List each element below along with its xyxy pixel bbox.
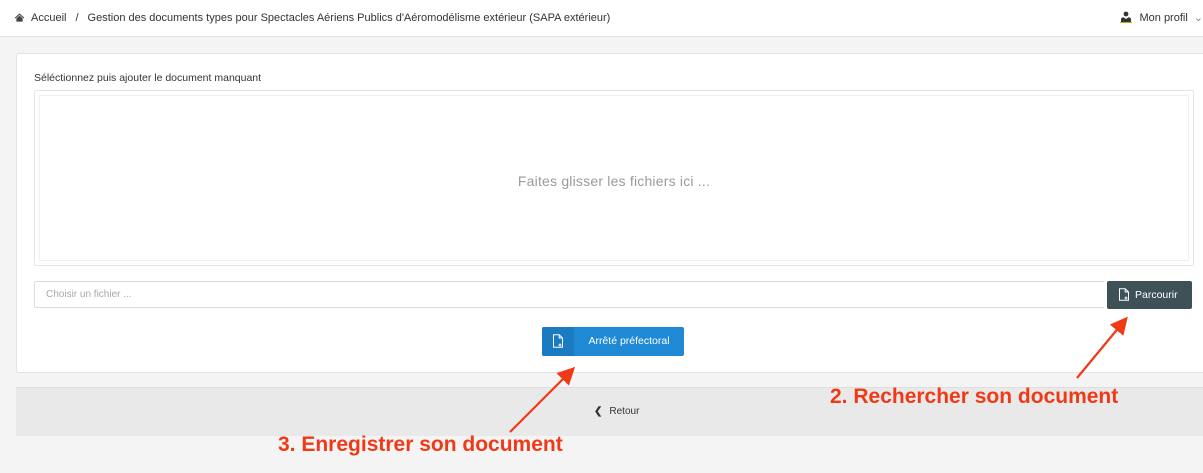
arrow-step2 <box>1076 316 1128 379</box>
annotation-step2: 2. Rechercher son document <box>830 385 1119 408</box>
annotation-step3: 3. Enregistrer son document <box>278 433 563 456</box>
arrow-step3 <box>509 366 576 433</box>
